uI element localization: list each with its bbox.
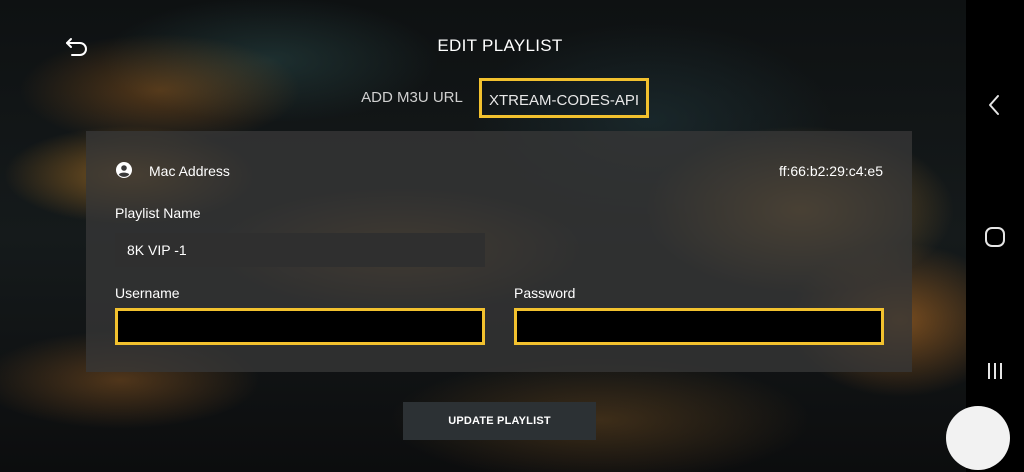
password-label: Password [514,285,576,301]
playlist-name-input[interactable] [115,233,485,267]
user-circle-icon [115,161,133,179]
playlist-name-label: Playlist Name [115,205,201,221]
floating-bubble[interactable] [946,406,1010,470]
recent-apps-icon[interactable] [980,356,1010,386]
update-playlist-button[interactable]: UPDATE PLAYLIST [403,402,596,440]
system-nav-bar [966,0,1024,472]
circle-home-icon[interactable] [980,222,1010,252]
tab-xtream-codes-api[interactable]: XTREAM-CODES-API [479,78,649,118]
mac-address-label: Mac Address [149,163,230,179]
page-title: EDIT PLAYLIST [437,36,563,55]
chevron-left-icon[interactable] [980,90,1010,120]
mac-address-value: ff:66:b2:29:c4:e5 [778,163,883,179]
password-input[interactable] [514,308,884,345]
tab-add-m3u-url[interactable]: ADD M3U URL [356,78,468,118]
username-label: Username [115,285,180,301]
username-input[interactable] [115,308,485,345]
